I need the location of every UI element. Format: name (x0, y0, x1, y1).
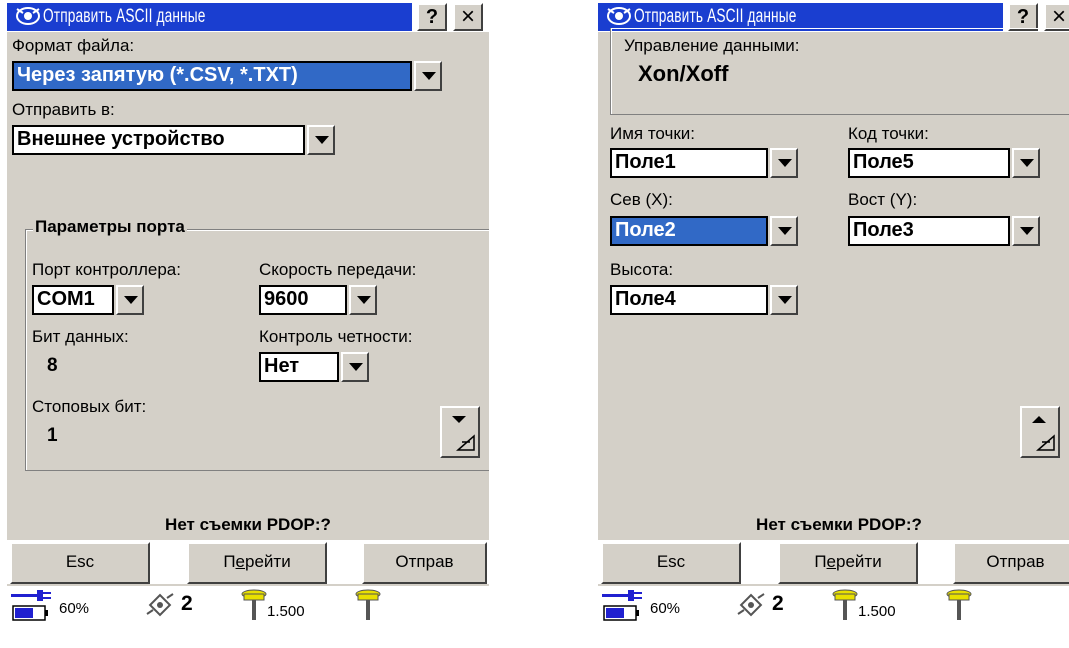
send-to-label: Отправить в: (12, 100, 115, 119)
east-value: Поле3 (848, 216, 1010, 246)
stop-bits-label: Стоповых бит: (32, 397, 147, 416)
satellite-count: 2 (772, 592, 784, 615)
page-down-icon (452, 416, 475, 451)
go-button[interactable]: Перейти (187, 542, 327, 584)
softkey-row: Esc Перейти Отправ (598, 540, 1069, 584)
go-button[interactable]: Перейти (778, 542, 918, 584)
east-dropdown[interactable]: Поле3 (848, 216, 1042, 246)
data-bits-label: Бит данных: (32, 327, 129, 346)
antenna-height: 1.500 (858, 603, 896, 620)
go-label-prefix: П (223, 552, 236, 571)
chevron-down-icon[interactable] (770, 285, 798, 315)
app-logo-icon (607, 7, 631, 25)
send-to-value: Внешнее устройство (12, 125, 305, 155)
send-button-label: Отправ (986, 552, 1045, 571)
baud-rate-dropdown[interactable]: 9600 (259, 285, 377, 315)
battery-percent: 60% (650, 600, 681, 617)
satellite-count: 2 (181, 592, 193, 615)
chevron-down-icon[interactable] (1012, 148, 1040, 178)
chevron-down-icon[interactable] (414, 61, 442, 91)
rover-antenna-icon[interactable] (830, 588, 860, 622)
page-up-button[interactable] (1020, 406, 1060, 458)
go-label-suffix: рейти (836, 552, 882, 571)
baud-rate-value: 9600 (259, 285, 347, 315)
point-name-label: Имя точки: (610, 124, 696, 143)
north-dropdown[interactable]: Поле2 (610, 216, 800, 246)
send-ascii-screen-1: Отправить ASCII данные ? × Формат файла:… (7, 0, 489, 625)
page-up-icon (1032, 416, 1055, 451)
send-to-dropdown[interactable]: Внешнее устройство (12, 125, 337, 155)
page-down-button[interactable] (440, 406, 480, 458)
height-dropdown[interactable]: Поле4 (610, 285, 800, 315)
window-title: Отправить ASCII данные (43, 6, 206, 27)
chevron-down-icon[interactable] (116, 285, 144, 315)
file-format-label: Формат файла: (12, 36, 135, 55)
parity-dropdown[interactable]: Нет (259, 352, 371, 382)
title-bar: Отправить ASCII данные ? × (7, 0, 489, 32)
file-format-dropdown[interactable]: Через запятую (*.CSV, *.TXT) (12, 61, 444, 91)
point-code-label: Код точки: (848, 124, 929, 143)
stop-bits-value: 1 (47, 425, 58, 446)
port-settings-title: Параметры порта (33, 217, 187, 237)
flow-control-value: Xon/Xoff (638, 61, 729, 86)
battery-percent: 60% (59, 600, 90, 617)
height-value: Поле4 (610, 285, 768, 315)
chevron-down-icon[interactable] (341, 352, 369, 382)
close-button[interactable]: × (1044, 3, 1069, 31)
point-code-value: Поле5 (848, 148, 1010, 178)
go-label-hotkey: е (826, 552, 836, 571)
point-name-value: Поле1 (610, 148, 768, 178)
esc-button[interactable]: Esc (10, 542, 150, 584)
softkey-row: Esc Перейти Отправ (7, 540, 489, 584)
base-antenna-icon[interactable] (353, 588, 383, 622)
controller-port-value: COM1 (32, 285, 114, 315)
file-format-value: Через запятую (*.CSV, *.TXT) (12, 61, 412, 91)
help-button[interactable]: ? (1008, 3, 1038, 31)
satellite-icon[interactable] (736, 590, 766, 620)
battery-power-icon[interactable] (11, 588, 59, 622)
controller-port-label: Порт контроллера: (32, 260, 181, 279)
north-label: Сев (X): (610, 190, 673, 209)
send-button-label: Отправ (395, 552, 454, 571)
satellite-icon[interactable] (145, 590, 175, 620)
data-bits-value: 8 (47, 355, 58, 376)
baud-rate-label: Скорость передачи: (259, 260, 417, 279)
flow-control-label: Управление данными: (624, 36, 800, 55)
close-button[interactable]: × (453, 3, 483, 31)
point-name-dropdown[interactable]: Поле1 (610, 148, 800, 178)
chevron-down-icon[interactable] (307, 125, 335, 155)
status-taskbar: 60% 2 1.500 (598, 586, 1069, 625)
chevron-down-icon[interactable] (349, 285, 377, 315)
point-code-dropdown[interactable]: Поле5 (848, 148, 1042, 178)
status-taskbar: 60% 2 1.500 (7, 586, 489, 625)
chevron-down-icon[interactable] (770, 216, 798, 246)
parity-label: Контроль четности: (259, 327, 413, 346)
go-label-suffix: рейти (245, 552, 291, 571)
send-ascii-screen-2: Отправить ASCII данные ? × Управление да… (598, 0, 1069, 625)
rover-antenna-icon[interactable] (239, 588, 269, 622)
base-antenna-icon[interactable] (944, 588, 974, 622)
send-button[interactable]: Отправ (362, 542, 487, 584)
app-logo-icon (16, 7, 40, 25)
status-text: Нет съемки PDOP:? (756, 515, 922, 534)
help-button[interactable]: ? (417, 3, 447, 31)
antenna-height: 1.500 (267, 603, 305, 620)
chevron-down-icon[interactable] (1012, 216, 1040, 246)
esc-button[interactable]: Esc (601, 542, 741, 584)
controller-port-dropdown[interactable]: COM1 (32, 285, 144, 315)
height-label: Высота: (610, 260, 674, 279)
east-label: Вост (Y): (848, 190, 918, 209)
send-button[interactable]: Отправ (953, 542, 1069, 584)
chevron-down-icon[interactable] (770, 148, 798, 178)
battery-power-icon[interactable] (602, 588, 650, 622)
go-label-prefix: П (814, 552, 827, 571)
north-value: Поле2 (610, 216, 768, 246)
parity-value: Нет (259, 352, 339, 382)
status-text: Нет съемки PDOP:? (165, 515, 331, 534)
window-title: Отправить ASCII данные (634, 6, 797, 27)
go-label-hotkey: е (235, 552, 245, 571)
